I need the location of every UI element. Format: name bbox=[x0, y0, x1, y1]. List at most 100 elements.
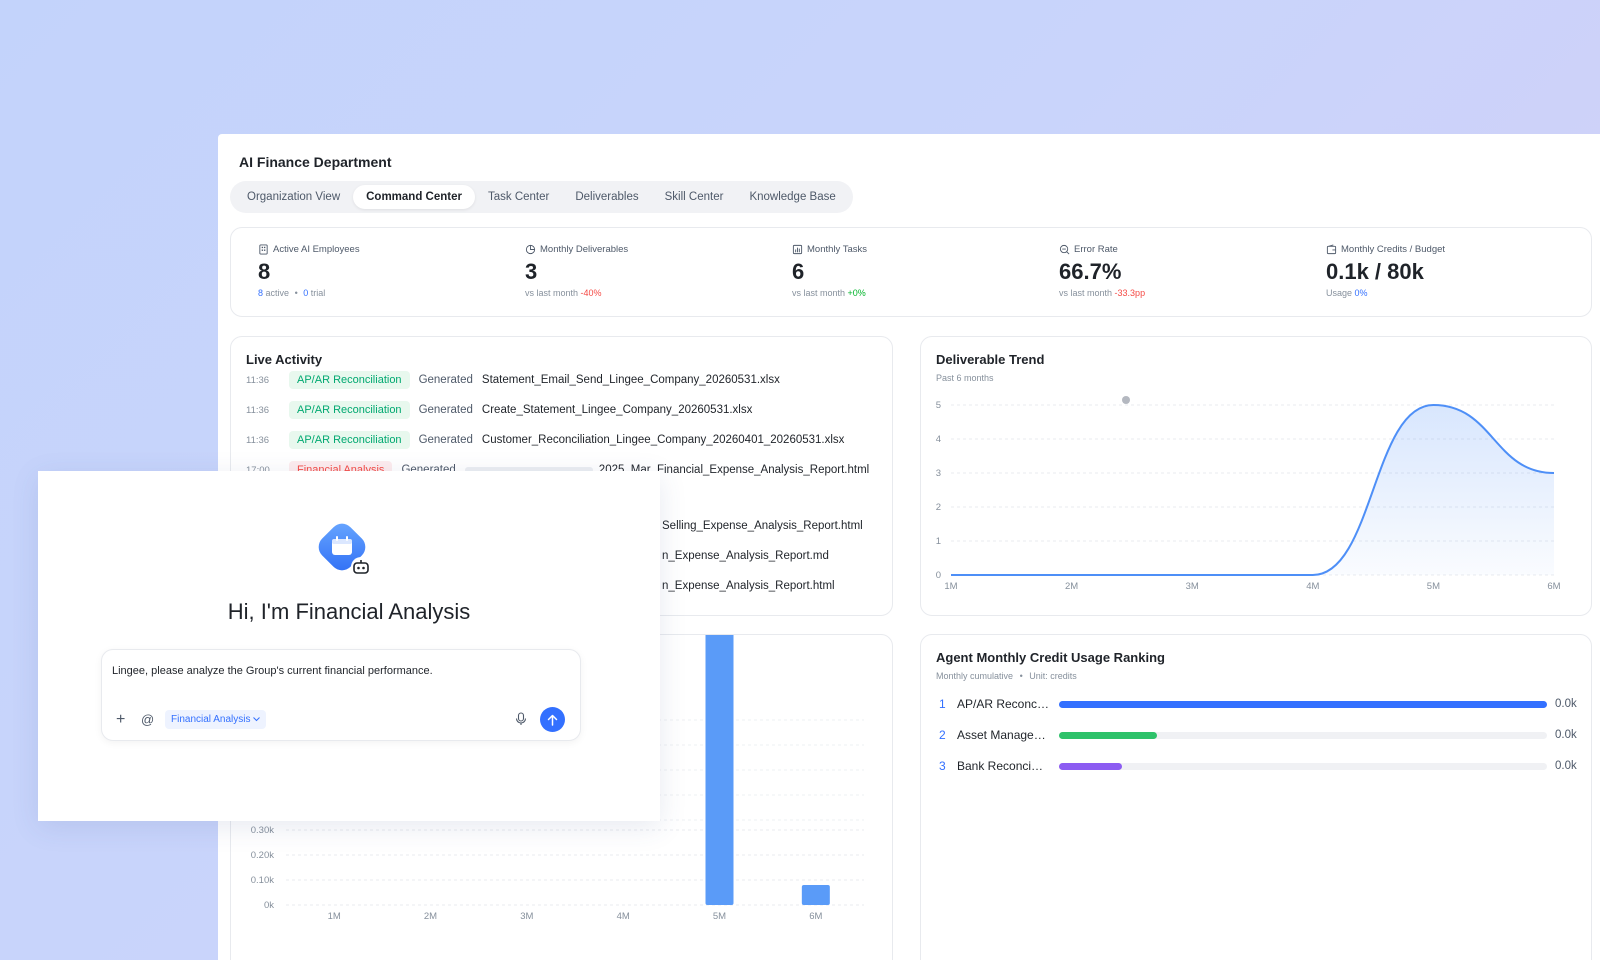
stat-value: 8 bbox=[258, 259, 271, 284]
page-title: AI Finance Department bbox=[239, 154, 392, 170]
deliverable-file-link[interactable]: Selling_Expense_Analysis_Report.html bbox=[662, 520, 863, 532]
ranking-unit: Unit: credits bbox=[1029, 671, 1077, 681]
agent-name: AP/AR Reconc… bbox=[957, 697, 1050, 711]
add-attachment-button[interactable]: + bbox=[116, 712, 125, 728]
ranking-subtitle: Monthly cumulative bbox=[936, 671, 1014, 681]
chat-input-box[interactable]: Lingee, please analyze the Group's curre… bbox=[101, 649, 581, 741]
stat-label: Monthly Deliverables bbox=[540, 244, 629, 255]
trend-area bbox=[951, 405, 1554, 575]
y-tick-label: 3 bbox=[936, 468, 941, 479]
live-activity-title: Live Activity bbox=[246, 352, 323, 367]
ranking-row[interactable]: 3 Bank Reconci… 0.0k bbox=[939, 756, 1579, 776]
usage-bar-track bbox=[1059, 700, 1547, 708]
activity-row[interactable]: 11:36 AP/AR Reconciliation Generated Sta… bbox=[246, 371, 780, 389]
y-tick-label: 0.30k bbox=[251, 825, 274, 836]
usage-bar-fill bbox=[1059, 731, 1157, 739]
rank-number: 3 bbox=[939, 759, 946, 773]
usage-bar-fill bbox=[1059, 762, 1123, 770]
pie-icon bbox=[525, 244, 536, 255]
tab-skill-center[interactable]: Skill Center bbox=[652, 185, 737, 209]
stats-panel: Active AI Employees 8 8 active • 0 trial… bbox=[230, 227, 1592, 317]
stat-error-rate: Error Rate 66.7% vs last month -33.3pp bbox=[1059, 244, 1145, 298]
send-button[interactable] bbox=[540, 707, 565, 732]
stat-label: Error Rate bbox=[1074, 244, 1118, 255]
y-tick-label: 4 bbox=[936, 434, 941, 445]
active-word: active bbox=[265, 288, 290, 298]
activity-row[interactable]: 11:36 AP/AR Reconciliation Generated Cre… bbox=[246, 401, 752, 419]
y-tick-label: 0.10k bbox=[251, 875, 274, 886]
tab-command-center[interactable]: Command Center bbox=[353, 185, 475, 209]
x-tick-label: 6M bbox=[809, 911, 822, 922]
x-tick-label: 2M bbox=[1065, 581, 1078, 592]
assistant-greeting: Hi, I'm Financial Analysis bbox=[227, 599, 471, 624]
x-tick-label: 4M bbox=[617, 911, 630, 922]
activity-row[interactable]: Selling_Expense_Analysis_Report.html bbox=[662, 520, 863, 532]
trial-count: 0 bbox=[303, 288, 309, 298]
agent-tag[interactable]: AP/AR Reconciliation bbox=[289, 401, 410, 419]
trend-chart: 0 1 2 3 4 5 1M 2M 3M 4M 5M 6M bbox=[936, 396, 1561, 592]
y-tick-label: 0 bbox=[936, 570, 941, 581]
stat-change: 0% bbox=[1354, 288, 1368, 298]
bar bbox=[801, 885, 830, 905]
deliverable-file-link[interactable]: Statement_Email_Send_Lingee_Company_2026… bbox=[482, 374, 780, 386]
usage-value: 0.0k bbox=[1555, 729, 1577, 741]
stat-credits-budget: Monthly Credits / Budget 0.1k / 80k Usag… bbox=[1326, 244, 1445, 298]
activity-time: 11:36 bbox=[246, 434, 270, 446]
activity-row[interactable]: 11:36 AP/AR Reconciliation Generated Cus… bbox=[246, 431, 844, 449]
x-tick-label: 1M bbox=[944, 581, 957, 592]
agent-tag[interactable]: AP/AR Reconciliation bbox=[289, 431, 410, 449]
y-tick-label: 5 bbox=[936, 400, 941, 411]
chat-input-text[interactable]: Lingee, please analyze the Group's curre… bbox=[112, 665, 433, 677]
arrow-up-icon bbox=[547, 714, 558, 726]
activity-time: 11:36 bbox=[246, 404, 270, 416]
y-tick-label: 1 bbox=[936, 536, 941, 547]
deliverable-file-link[interactable]: n_Expense_Analysis_Report.html bbox=[662, 580, 835, 592]
stat-sub-label: vs last month bbox=[792, 288, 846, 298]
x-tick-label: 3M bbox=[1186, 581, 1199, 592]
stat-active-employees: Active AI Employees 8 8 active • 0 trial bbox=[258, 244, 360, 298]
rank-number: 1 bbox=[939, 697, 946, 711]
activity-row[interactable]: n_Expense_Analysis_Report.md bbox=[662, 550, 829, 562]
usage-bar-fill bbox=[1059, 700, 1547, 708]
agent-selector-label: Financial Analysis bbox=[171, 714, 251, 725]
trial-word: trial bbox=[310, 288, 326, 298]
separator: • bbox=[1019, 671, 1023, 681]
stat-change: -33.3pp bbox=[1114, 288, 1146, 298]
tab-knowledge-base[interactable]: Knowledge Base bbox=[736, 185, 848, 209]
ranking-title: Agent Monthly Credit Usage Ranking bbox=[936, 650, 1165, 665]
activity-row[interactable]: n_Expense_Analysis_Report.html bbox=[662, 580, 835, 592]
stat-label: Monthly Credits / Budget bbox=[1341, 244, 1446, 255]
agent-name: Bank Reconci… bbox=[957, 759, 1044, 773]
x-tick-label: 5M bbox=[1427, 581, 1440, 592]
stat-value: 0.1k / 80k bbox=[1326, 259, 1424, 284]
tab-task-center[interactable]: Task Center bbox=[475, 185, 562, 209]
tab-bar: Organization View Command Center Task Ce… bbox=[230, 181, 853, 213]
deliverable-file-link[interactable]: Create_Statement_Lingee_Company_20260531… bbox=[482, 404, 752, 416]
stat-monthly-tasks: Monthly Tasks 6 vs last month +0% bbox=[792, 244, 867, 298]
microphone-icon[interactable] bbox=[514, 712, 528, 726]
activity-verb: Generated bbox=[418, 404, 473, 416]
stat-change: -40% bbox=[580, 288, 602, 298]
tab-organization-view[interactable]: Organization View bbox=[234, 185, 353, 209]
x-tick-label: 6M bbox=[1547, 581, 1560, 592]
ranking-row[interactable]: 1 AP/AR Reconc… 0.0k bbox=[939, 694, 1579, 714]
deliverable-file-link[interactable]: n_Expense_Analysis_Report.md bbox=[662, 550, 829, 562]
agent-tag[interactable]: AP/AR Reconciliation bbox=[289, 371, 410, 389]
chevron-down-icon bbox=[253, 717, 261, 722]
wallet-icon bbox=[1326, 244, 1337, 255]
active-count: 8 bbox=[258, 288, 264, 298]
building-icon bbox=[259, 244, 268, 255]
ranking-row[interactable]: 2 Asset Manage… 0.0k bbox=[939, 725, 1579, 745]
stat-value: 66.7% bbox=[1059, 259, 1122, 284]
rank-number: 2 bbox=[939, 728, 946, 742]
stat-value: 6 bbox=[792, 259, 805, 284]
tab-deliverables[interactable]: Deliverables bbox=[562, 185, 651, 209]
x-tick-label: 3M bbox=[520, 911, 533, 922]
deliverable-file-link[interactable]: Customer_Reconciliation_Lingee_Company_2… bbox=[482, 434, 845, 446]
agent-selector[interactable]: Financial Analysis bbox=[165, 710, 267, 729]
mention-button[interactable]: @ bbox=[141, 712, 154, 728]
x-tick-label: 1M bbox=[328, 911, 341, 922]
agent-name: Asset Manage… bbox=[957, 728, 1046, 742]
y-tick-label: 0.20k bbox=[251, 850, 274, 861]
stat-label: Active AI Employees bbox=[273, 244, 360, 255]
